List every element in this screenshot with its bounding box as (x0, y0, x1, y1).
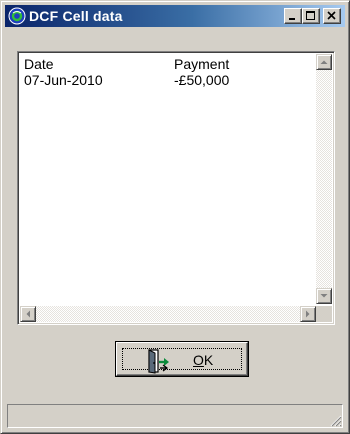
arrow-right-icon (306, 310, 310, 318)
maximize-icon (306, 11, 315, 20)
column-header-date: Date (24, 56, 54, 72)
row-payment: -£50,000 (174, 72, 230, 88)
dialog-window: DCF Cell data Date Payment 07-Jun-2010 -… (0, 0, 350, 434)
scroll-down-button[interactable] (316, 288, 332, 304)
focus-rectangle (122, 348, 242, 370)
arrow-up-icon (320, 60, 328, 64)
close-button[interactable] (323, 8, 341, 24)
list-content: Date Payment 07-Jun-2010 -£50,000 (24, 56, 310, 88)
title-bar[interactable]: DCF Cell data (5, 5, 345, 27)
ok-button-label: OK (193, 352, 213, 368)
minimize-icon (289, 18, 295, 20)
arrow-down-icon (320, 294, 328, 298)
row-date: 07-Jun-2010 (24, 72, 103, 88)
maximize-button[interactable] (302, 8, 320, 24)
scroll-right-button[interactable] (300, 306, 316, 322)
resize-grip-icon[interactable] (328, 413, 342, 427)
arrow-left-icon (26, 310, 30, 318)
horizontal-scrollbar[interactable] (20, 306, 316, 322)
close-icon (327, 11, 336, 20)
ok-button-face: OK (116, 342, 248, 376)
list-item[interactable]: 07-Jun-2010 -£50,000 (24, 72, 310, 88)
status-bar (7, 404, 343, 428)
scroll-up-button[interactable] (316, 54, 332, 70)
ok-label-rest: K (203, 352, 214, 368)
list-header-row: Date Payment (24, 56, 310, 72)
cell-data-list[interactable]: Date Payment 07-Jun-2010 -£50,000 (17, 51, 335, 325)
app-globe-icon[interactable] (8, 7, 26, 25)
scroll-left-button[interactable] (20, 306, 36, 322)
vertical-scrollbar[interactable] (316, 54, 332, 304)
ok-mnemonic: O (193, 352, 204, 368)
ok-button[interactable]: OK (115, 341, 249, 377)
door-exit-icon (148, 349, 169, 374)
window-title: DCF Cell data (29, 8, 123, 24)
column-header-payment: Payment (174, 56, 230, 72)
minimize-button[interactable] (284, 8, 302, 24)
scrollbar-corner (316, 306, 332, 322)
